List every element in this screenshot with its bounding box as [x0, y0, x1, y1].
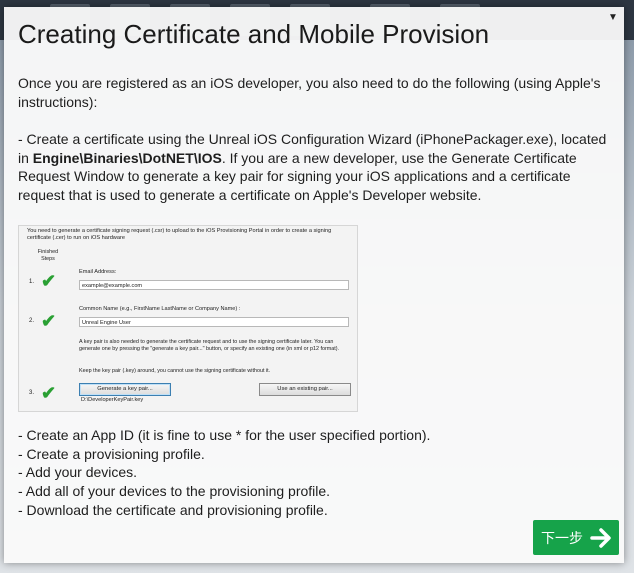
key-warning-text: Keep the key pair (.key) around, you can…	[79, 368, 271, 374]
list-item: - Download the certificate and provision…	[18, 501, 328, 518]
step-number: 3.	[29, 390, 35, 396]
list-item: - Add all of your devices to the provisi…	[18, 483, 331, 500]
step-number: 2.	[29, 318, 35, 324]
name-field: Unreal Engine User	[79, 317, 349, 327]
list-item: - Add your devices.	[18, 464, 138, 481]
chevron-down-icon[interactable]: ▼	[606, 11, 620, 25]
tutorial-dialog: Creating Certificate and Mobile Provisio…	[4, 7, 624, 563]
arrow-right-icon	[590, 528, 611, 548]
next-button[interactable]: 下一步	[533, 520, 619, 555]
list-item: - Create an App ID (it is fine to use * …	[18, 427, 431, 443]
steps-list: - Create an App ID (it is fine to use * …	[18, 426, 618, 520]
checkmark-icon: ✔	[41, 311, 57, 331]
dialog-title: Creating Certificate and Mobile Provisio…	[18, 19, 490, 49]
wizard-screenshot: You need to generate a certificate signi…	[18, 225, 358, 412]
key-pair-text: A key pair is also needed to generate th…	[79, 339, 340, 352]
next-button-label: 下一步	[541, 530, 583, 547]
engine-path: Engine\Binaries\DotNET\IOS	[32, 149, 222, 166]
list-item: - Create a provisioning profile.	[18, 445, 205, 462]
step-certificate-text: - Create a certificate using the Unreal …	[18, 130, 618, 205]
name-label: Common Name (e.g., FirstName LastName or…	[79, 306, 241, 312]
finished-steps-label: Finished Steps	[37, 249, 59, 262]
email-field: example@example.com	[79, 280, 349, 290]
step-number: 1.	[29, 279, 35, 285]
checkmark-icon: ✔	[41, 271, 57, 291]
generate-key-pair-button: Generate a key pair...	[79, 383, 171, 396]
intro-text: Once you are registered as an iOS develo…	[18, 75, 601, 110]
wizard-intro: You need to generate a certificate signi…	[27, 228, 332, 241]
checkmark-icon: ✔	[41, 383, 57, 403]
key-path: D:\DeveloperKeyPair.key	[81, 397, 144, 403]
email-label: Email Address:	[79, 269, 117, 275]
use-existing-pair-button: Use an existing pair...	[259, 383, 351, 396]
